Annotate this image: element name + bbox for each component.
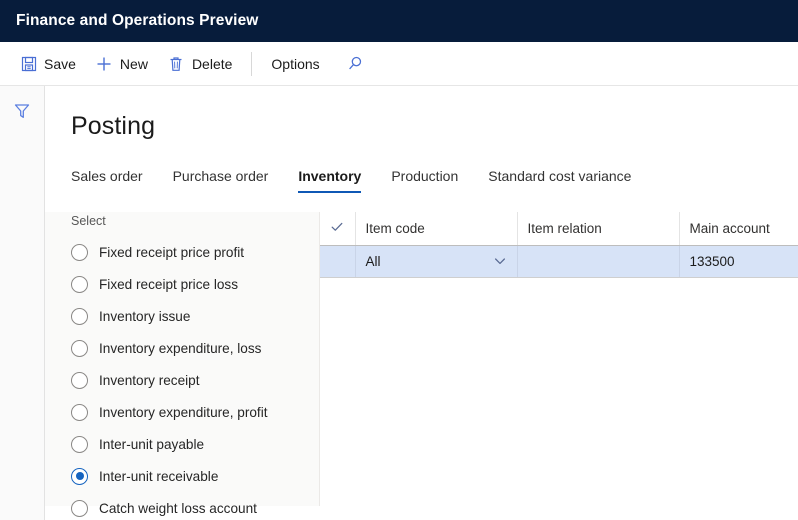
radio-icon <box>71 436 88 453</box>
radio-icon <box>71 500 88 517</box>
radio-label: Inventory receipt <box>99 373 200 388</box>
radio-label: Inventory expenditure, profit <box>99 405 268 420</box>
cell-main-account-value: 133500 <box>690 254 735 269</box>
radio-inventory-receipt[interactable]: Inventory receipt <box>71 364 319 396</box>
radio-inter-unit-payable[interactable]: Inter-unit payable <box>71 428 319 460</box>
search-button[interactable] <box>338 48 372 80</box>
posting-grid: Item code Item relation Main account <box>320 212 798 278</box>
radio-label: Inventory issue <box>99 309 190 324</box>
save-button-label: Save <box>44 56 76 72</box>
radio-inventory-expenditure-loss[interactable]: Inventory expenditure, loss <box>71 332 319 364</box>
tab-standard-cost-variance-label: Standard cost variance <box>488 168 631 184</box>
window-title-bar: Finance and Operations Preview <box>0 0 798 42</box>
radio-icon <box>71 404 88 421</box>
search-icon <box>346 55 364 73</box>
tab-inventory-label: Inventory <box>298 168 361 184</box>
grid-header-item-relation-label: Item relation <box>528 221 602 236</box>
grid-header-item-relation[interactable]: Item relation <box>517 212 679 245</box>
radio-fixed-receipt-price-loss[interactable]: Fixed receipt price loss <box>71 268 319 300</box>
filter-icon <box>13 102 31 120</box>
radio-fixed-receipt-price-profit[interactable]: Fixed receipt price profit <box>71 236 319 268</box>
grid-header-main-account[interactable]: Main account <box>679 212 798 245</box>
plus-icon <box>96 55 113 72</box>
checkmark-icon <box>330 220 344 234</box>
delete-button[interactable]: Delete <box>158 48 242 80</box>
radio-inventory-expenditure-profit[interactable]: Inventory expenditure, profit <box>71 396 319 428</box>
filter-button[interactable] <box>8 98 36 124</box>
command-bar: Save New Delete Options <box>0 42 798 86</box>
tab-sales-order-label: Sales order <box>71 168 143 184</box>
left-rail <box>0 86 45 520</box>
tab-production[interactable]: Production <box>391 168 458 193</box>
radio-label: Inter-unit receivable <box>99 469 218 484</box>
grid-header-item-code-label: Item code <box>366 221 425 236</box>
row-select-cell[interactable] <box>320 245 355 277</box>
window-title: Finance and Operations Preview <box>16 12 258 30</box>
tab-strip: Sales order Purchase order Inventory Pro… <box>45 163 798 193</box>
radio-inter-unit-receivable[interactable]: Inter-unit receivable <box>71 460 319 492</box>
radio-label: Inter-unit payable <box>99 437 204 452</box>
new-button-label: New <box>120 56 148 72</box>
tab-purchase-order[interactable]: Purchase order <box>173 168 269 193</box>
radio-icon <box>71 244 88 261</box>
command-bar-separator <box>251 52 252 76</box>
grid-header-row: Item code Item relation Main account <box>320 212 798 245</box>
main-content: Posting Sales order Purchase order Inven… <box>45 86 798 520</box>
posting-grid-panel: Item code Item relation Main account <box>320 212 798 506</box>
tab-purchase-order-label: Purchase order <box>173 168 269 184</box>
radio-label: Fixed receipt price loss <box>99 277 238 292</box>
radio-label: Inventory expenditure, loss <box>99 341 261 356</box>
new-button[interactable]: New <box>86 48 158 80</box>
tab-sales-order[interactable]: Sales order <box>71 168 143 193</box>
app-body: Posting Sales order Purchase order Inven… <box>0 86 798 520</box>
tab-panel-inventory: Select Fixed receipt price profit Fixed … <box>45 212 798 506</box>
radio-label: Catch weight loss account <box>99 501 257 516</box>
radio-icon <box>71 372 88 389</box>
select-panel: Select Fixed receipt price profit Fixed … <box>45 212 320 506</box>
delete-button-label: Delete <box>192 56 232 72</box>
options-button-label: Options <box>271 56 319 72</box>
page-title: Posting <box>45 86 798 141</box>
cell-item-code[interactable]: All <box>355 245 517 277</box>
tab-inventory[interactable]: Inventory <box>298 168 361 193</box>
radio-icon <box>71 276 88 293</box>
cell-item-code-value: All <box>366 254 381 269</box>
table-row[interactable]: All <box>320 245 798 277</box>
grid-header-select-all[interactable] <box>320 212 355 245</box>
chevron-down-icon[interactable] <box>493 254 507 268</box>
save-button[interactable]: Save <box>10 48 86 80</box>
radio-icon <box>71 340 88 357</box>
tab-production-label: Production <box>391 168 458 184</box>
radio-icon <box>71 308 88 325</box>
cell-main-account[interactable]: 133500 <box>679 245 798 277</box>
radio-label: Fixed receipt price profit <box>99 245 244 260</box>
tab-standard-cost-variance[interactable]: Standard cost variance <box>488 168 631 193</box>
grid-header-item-code[interactable]: Item code <box>355 212 517 245</box>
save-icon <box>20 55 37 72</box>
select-panel-label: Select <box>71 212 319 236</box>
radio-inventory-issue[interactable]: Inventory issue <box>71 300 319 332</box>
grid-header-main-account-label: Main account <box>690 221 770 236</box>
options-button[interactable]: Options <box>261 48 329 80</box>
cell-item-relation[interactable] <box>517 245 679 277</box>
trash-icon <box>168 55 185 72</box>
radio-catch-weight-loss-account[interactable]: Catch weight loss account <box>71 492 319 520</box>
radio-icon-selected <box>71 468 88 485</box>
